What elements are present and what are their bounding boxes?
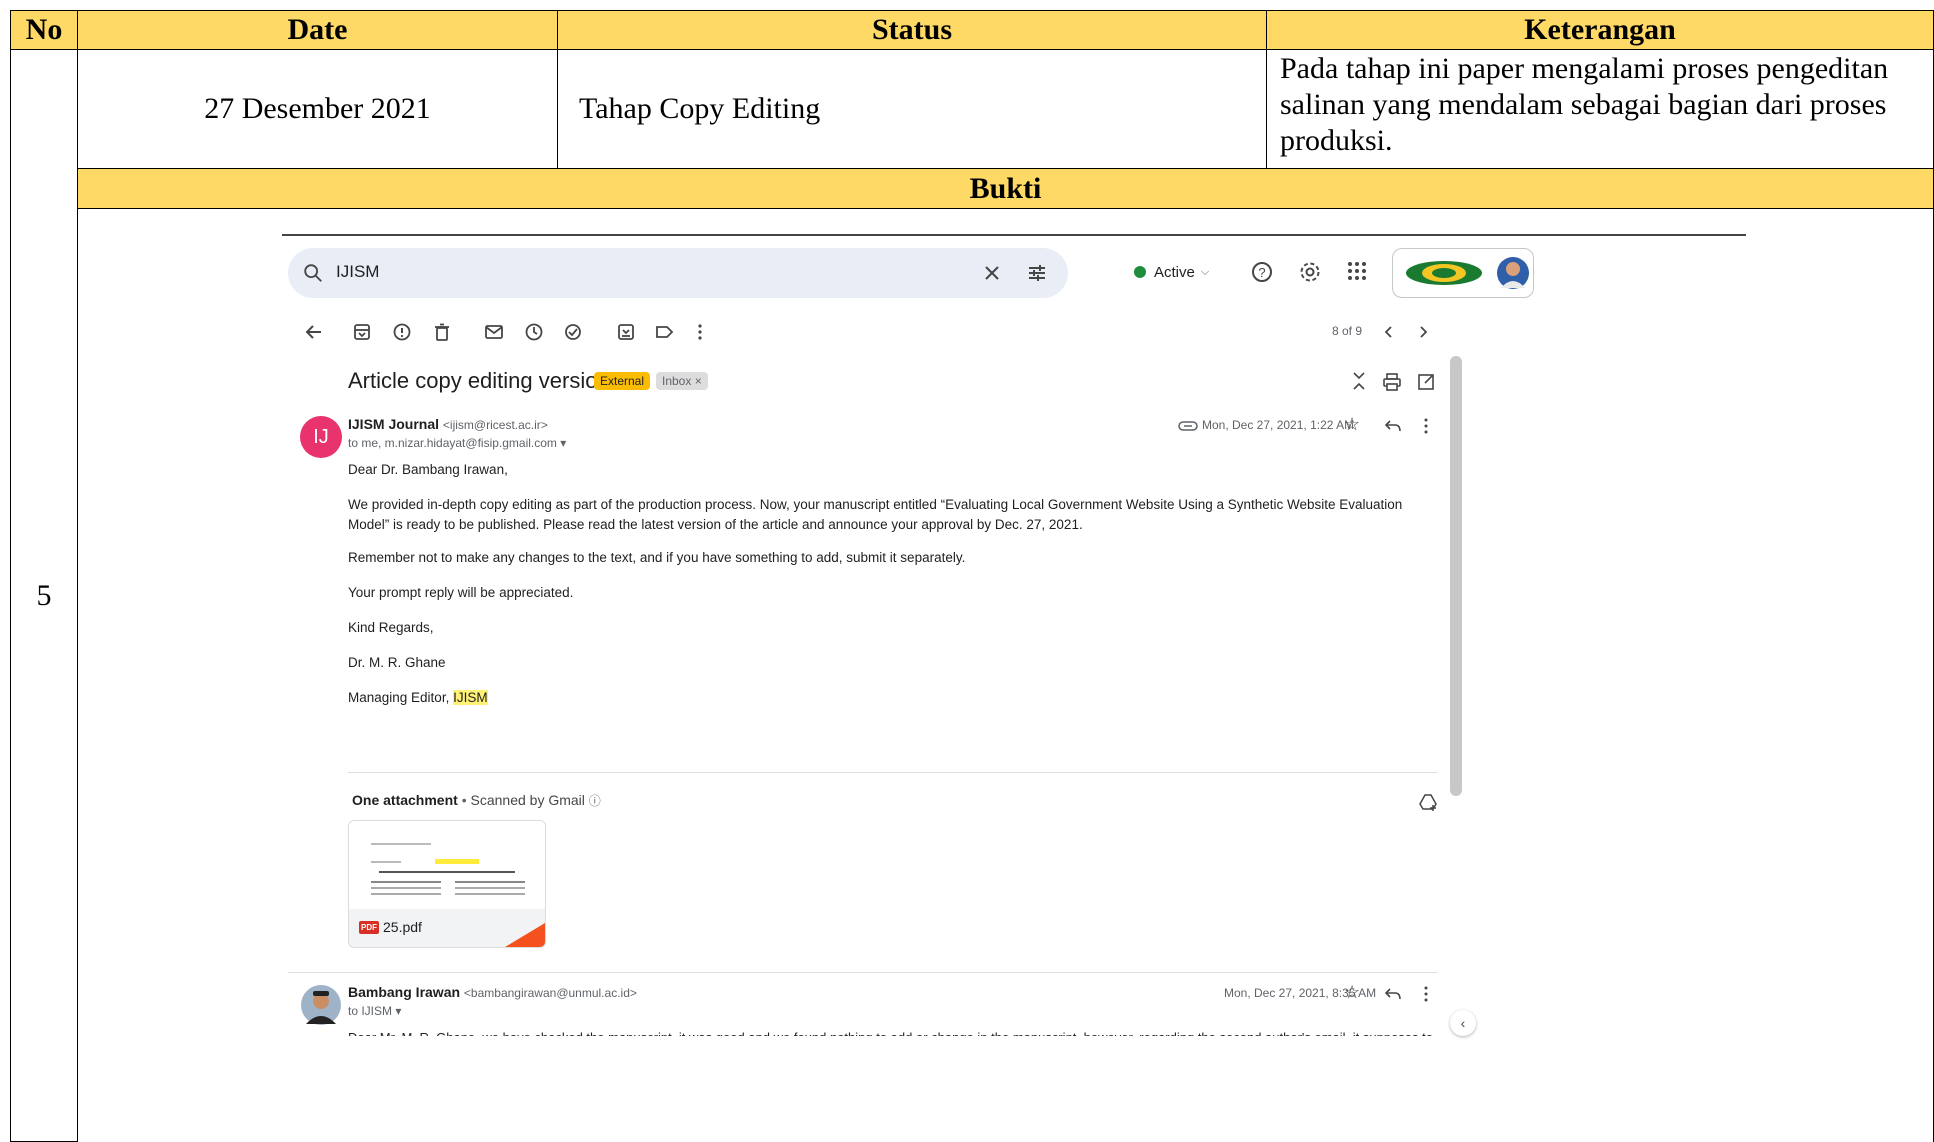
email-subject: Article copy editing version <box>348 368 610 393</box>
header-keterangan: Keterangan <box>1266 10 1934 50</box>
report-spam-icon[interactable] <box>392 322 412 342</box>
back-arrow-icon[interactable] <box>304 322 324 342</box>
sender2-avatar <box>301 985 341 1025</box>
clear-search-icon[interactable] <box>982 263 1002 283</box>
external-label: External <box>594 372 651 390</box>
scanned-text: Scanned by Gmail <box>470 792 585 808</box>
reply-icon[interactable] <box>1384 418 1402 434</box>
message-date: Mon, Dec 27, 2021, 1:22 AM <box>1202 418 1355 432</box>
closing: Kind Regards, <box>348 620 434 635</box>
attachment-heading: One attachment <box>352 792 458 808</box>
avatar-initials: IJ <box>313 425 329 448</box>
archive-icon[interactable] <box>352 322 372 342</box>
pager-text: 8 of 9 <box>1332 324 1363 338</box>
delete-icon[interactable] <box>432 322 452 342</box>
account-box[interactable] <box>1392 248 1534 298</box>
sender-email: <ijism@ricest.ac.ir> <box>442 418 548 432</box>
header-no: No <box>10 10 78 50</box>
active-status-button[interactable]: Active ⌵ <box>1120 250 1224 294</box>
message-more-icon[interactable] <box>1416 416 1436 436</box>
pdf-icon: PDF <box>359 921 379 934</box>
signature-org: IJISM <box>453 690 488 705</box>
recipients-line[interactable]: to me, m.nizar.hidayat@fisip.gmail.com ▾ <box>348 436 566 450</box>
search-input[interactable]: IJISM <box>336 262 379 282</box>
scrollbar-thumb[interactable] <box>1450 356 1462 796</box>
open-new-window-icon[interactable] <box>1416 372 1436 392</box>
recipients2-text: to IJISM <box>348 1004 393 1018</box>
recipients-text: to me, m.nizar.hidayat@fisip.gmail.com <box>348 436 557 450</box>
chevron-down-icon: ⌵ <box>1200 265 1210 278</box>
paragraph-1: We provided in-depth copy editing as par… <box>348 497 1403 532</box>
attachment-divider <box>348 772 1438 773</box>
message2-more-icon[interactable] <box>1416 984 1436 1004</box>
header-date: Date <box>77 10 558 50</box>
paragraph-3: Your prompt reply will be appreciated. <box>348 585 574 600</box>
keterangan-value: Pada tahap ini paper mengalami proses pe… <box>1280 52 1889 157</box>
side-panel-toggle-icon[interactable]: ‹ <box>1450 1010 1476 1036</box>
signature-title-line: Managing Editor, IJISM <box>348 690 488 705</box>
attachment-indicator-icon <box>1178 421 1198 431</box>
signature-name: Dr. M. R. Ghane <box>348 655 446 670</box>
search-bar[interactable]: IJISM <box>288 248 1068 298</box>
gmail-screenshot: IJISM Active ⌵ ? 8 of 9 Article copy edi… <box>282 234 1746 1112</box>
settings-icon[interactable] <box>1298 260 1322 284</box>
collapse-all-icon[interactable] <box>1350 370 1368 392</box>
status-cell: Tahap Copy Editing <box>557 49 1267 169</box>
print-icon[interactable] <box>1382 372 1402 392</box>
message-divider <box>288 972 1438 973</box>
sender-name[interactable]: IJISM Journal <box>348 416 439 432</box>
older-chevron-icon[interactable] <box>1414 322 1432 342</box>
add-to-drive-icon[interactable] <box>1418 792 1438 812</box>
row-number-value: 5 <box>36 578 52 612</box>
sender2-name[interactable]: Bambang Irawan <box>348 984 460 1000</box>
date-value: 27 Desember 2021 <box>204 92 431 125</box>
recipients2-dropdown-icon[interactable]: ▾ <box>395 1004 401 1018</box>
active-label: Active <box>1154 263 1195 281</box>
university-logo-icon <box>1406 261 1482 285</box>
snooze-icon[interactable] <box>524 322 544 342</box>
profile-avatar-icon[interactable] <box>1496 256 1530 290</box>
search-icon[interactable] <box>302 262 324 284</box>
inbox-label[interactable]: Inbox × <box>656 372 708 390</box>
svg-text:?: ? <box>1258 265 1265 280</box>
sender2-line: Bambang Irawan <bambangirawan@unmul.ac.i… <box>348 984 637 1000</box>
info-icon[interactable]: ⓘ <box>589 794 601 808</box>
sender-line: IJISM Journal <ijism@ricest.ac.ir> <box>348 416 548 432</box>
remove-label-icon[interactable]: × <box>695 374 702 388</box>
attachment-filename: 25.pdf <box>383 919 422 935</box>
keterangan-cell: Pada tahap ini paper mengalami proses pe… <box>1266 49 1934 169</box>
move-to-icon[interactable] <box>616 322 636 342</box>
more-options-icon[interactable] <box>690 322 710 342</box>
attachment-header: One attachment • Scanned by Gmail ⓘ <box>352 792 601 808</box>
date-cell: 27 Desember 2021 <box>77 49 558 169</box>
inbox-label-text: Inbox <box>662 374 692 388</box>
paragraph-2: Remember not to make any changes to the … <box>348 550 966 565</box>
bukti-header: Bukti <box>77 168 1934 209</box>
header-status: Status <box>557 10 1267 50</box>
add-to-tasks-icon[interactable] <box>564 322 584 342</box>
row-number: 5 <box>10 49 78 1142</box>
mark-unread-icon[interactable] <box>484 322 504 342</box>
sender-avatar: IJ <box>300 416 342 458</box>
star2-icon[interactable]: ☆ <box>1344 982 1360 1003</box>
search-options-icon[interactable] <box>1026 262 1048 284</box>
newer-chevron-icon[interactable] <box>1380 322 1398 342</box>
apps-grid-icon[interactable] <box>1346 260 1368 282</box>
signature-title: Managing Editor, <box>348 690 450 705</box>
active-dot-icon <box>1134 266 1146 278</box>
recipients-dropdown-icon[interactable]: ▾ <box>560 436 566 450</box>
reply2-icon[interactable] <box>1384 986 1402 1002</box>
status-value: Tahap Copy Editing <box>579 92 821 125</box>
sender2-email: <bambangirawan@unmul.ac.id> <box>463 986 637 1000</box>
attachment-card[interactable]: PDF 25.pdf <box>348 820 546 948</box>
star-icon[interactable]: ☆ <box>1344 414 1360 435</box>
pdf-preview <box>349 821 545 909</box>
pdf-corner <box>505 923 545 947</box>
help-icon[interactable]: ? <box>1250 260 1274 284</box>
label-icon[interactable] <box>654 322 674 342</box>
recipients2-line[interactable]: to IJISM ▾ <box>348 1004 401 1018</box>
message2-preview: Dear Mr. M. R. Ghane, we have checked th… <box>348 1028 1448 1036</box>
greeting: Dear Dr. Bambang Irawan, <box>348 462 508 477</box>
message-panel: 8 of 9 Article copy editing version Exte… <box>288 308 1738 1112</box>
